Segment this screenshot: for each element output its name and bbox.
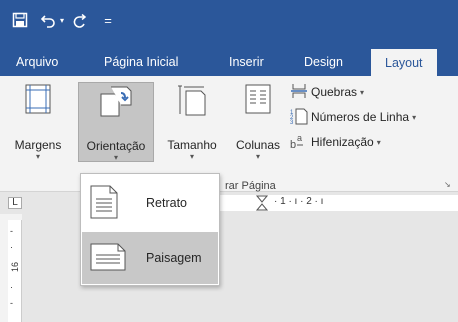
page-setup-group-label: rar Página: [225, 180, 276, 192]
indent-marker-icon[interactable]: [256, 195, 268, 211]
undo-dropdown-icon[interactable]: ▾: [57, 9, 67, 31]
tab-selector-icon[interactable]: L: [8, 197, 22, 209]
margins-caret-icon: ▾: [35, 152, 40, 161]
vertical-ruler-tick: -: [10, 226, 13, 236]
tab-pagina-inicial[interactable]: Página Inicial: [104, 44, 178, 76]
columns-icon: [245, 84, 271, 117]
hyphenation-caret-icon: ▾: [376, 137, 381, 147]
customize-toolbar-icon[interactable]: =: [101, 9, 115, 31]
tab-layout[interactable]: Layout: [371, 49, 437, 76]
landscape-page-icon: [90, 243, 126, 274]
vertical-ruler-number: 16: [10, 261, 21, 273]
ribbon-panel: Margens ▾ Orientação ▾ Tamanho ▾ Colunas…: [0, 76, 458, 192]
orientation-caret-icon: ▾: [113, 153, 118, 162]
svg-text:a: a: [297, 133, 302, 143]
orientation-portrait-option[interactable]: Retrato: [82, 177, 218, 229]
ribbon-tabs: Arquivo Página Inicial Inserir Design La…: [0, 44, 458, 76]
orientation-label: Orientação: [86, 139, 146, 153]
columns-caret-icon: ▾: [255, 152, 260, 161]
tab-design[interactable]: Design: [304, 44, 343, 76]
hyphenation-button[interactable]: b a Hifenização ▾: [290, 132, 381, 152]
landscape-label: Paisagem: [146, 251, 202, 265]
line-numbers-caret-icon: ▾: [412, 112, 417, 122]
orientation-landscape-option[interactable]: Paisagem: [82, 232, 218, 284]
margins-icon: [25, 84, 51, 117]
vertical-ruler-tick: ·: [10, 282, 13, 292]
svg-text:3: 3: [290, 120, 294, 125]
undo-icon[interactable]: [38, 9, 58, 31]
portrait-page-icon: [90, 185, 118, 222]
vertical-ruler-tick: -: [10, 298, 13, 308]
size-label: Tamanho: [167, 138, 217, 152]
columns-label: Colunas: [235, 138, 281, 152]
dialog-launcher-icon[interactable]: ↘: [444, 180, 454, 190]
size-button[interactable]: Tamanho ▾: [156, 82, 228, 162]
line-numbers-icon: 1 2 3: [290, 107, 308, 128]
ruler-marks: · 1 · ı · 2 · ı: [274, 196, 324, 207]
orientation-menu: Retrato Paisagem: [80, 173, 220, 286]
title-bar: ▾ =: [0, 0, 458, 44]
breaks-caret-icon: ▾: [360, 87, 365, 97]
breaks-icon: [290, 83, 308, 102]
columns-button[interactable]: Colunas ▾: [226, 82, 290, 162]
orientation-icon: [99, 85, 133, 120]
hyphenation-label: Hifenização: [311, 135, 374, 149]
tab-arquivo[interactable]: Arquivo: [16, 44, 58, 76]
size-caret-icon: ▾: [189, 152, 194, 161]
orientation-button[interactable]: Orientação ▾: [78, 82, 154, 162]
hyphenation-icon: b a: [290, 132, 308, 153]
tab-inserir[interactable]: Inserir: [229, 44, 264, 76]
line-numbers-label: Números de Linha: [311, 110, 410, 124]
margins-label: Margens: [14, 138, 62, 152]
redo-icon[interactable]: [70, 9, 90, 31]
portrait-label: Retrato: [146, 196, 187, 210]
save-icon[interactable]: [10, 9, 30, 31]
size-icon: [177, 84, 207, 119]
svg-text:b: b: [290, 139, 296, 150]
horizontal-ruler-row: L · 1 · ı · 2 · ı: [0, 192, 458, 214]
vertical-ruler[interactable]: - · 16 · -: [8, 220, 22, 322]
breaks-label: Quebras: [311, 85, 358, 99]
breaks-button[interactable]: Quebras ▾: [290, 82, 364, 102]
margins-button[interactable]: Margens ▾: [0, 82, 76, 162]
line-numbers-button[interactable]: 1 2 3 Números de Linha ▾: [290, 107, 416, 127]
vertical-ruler-tick: ·: [10, 242, 13, 252]
